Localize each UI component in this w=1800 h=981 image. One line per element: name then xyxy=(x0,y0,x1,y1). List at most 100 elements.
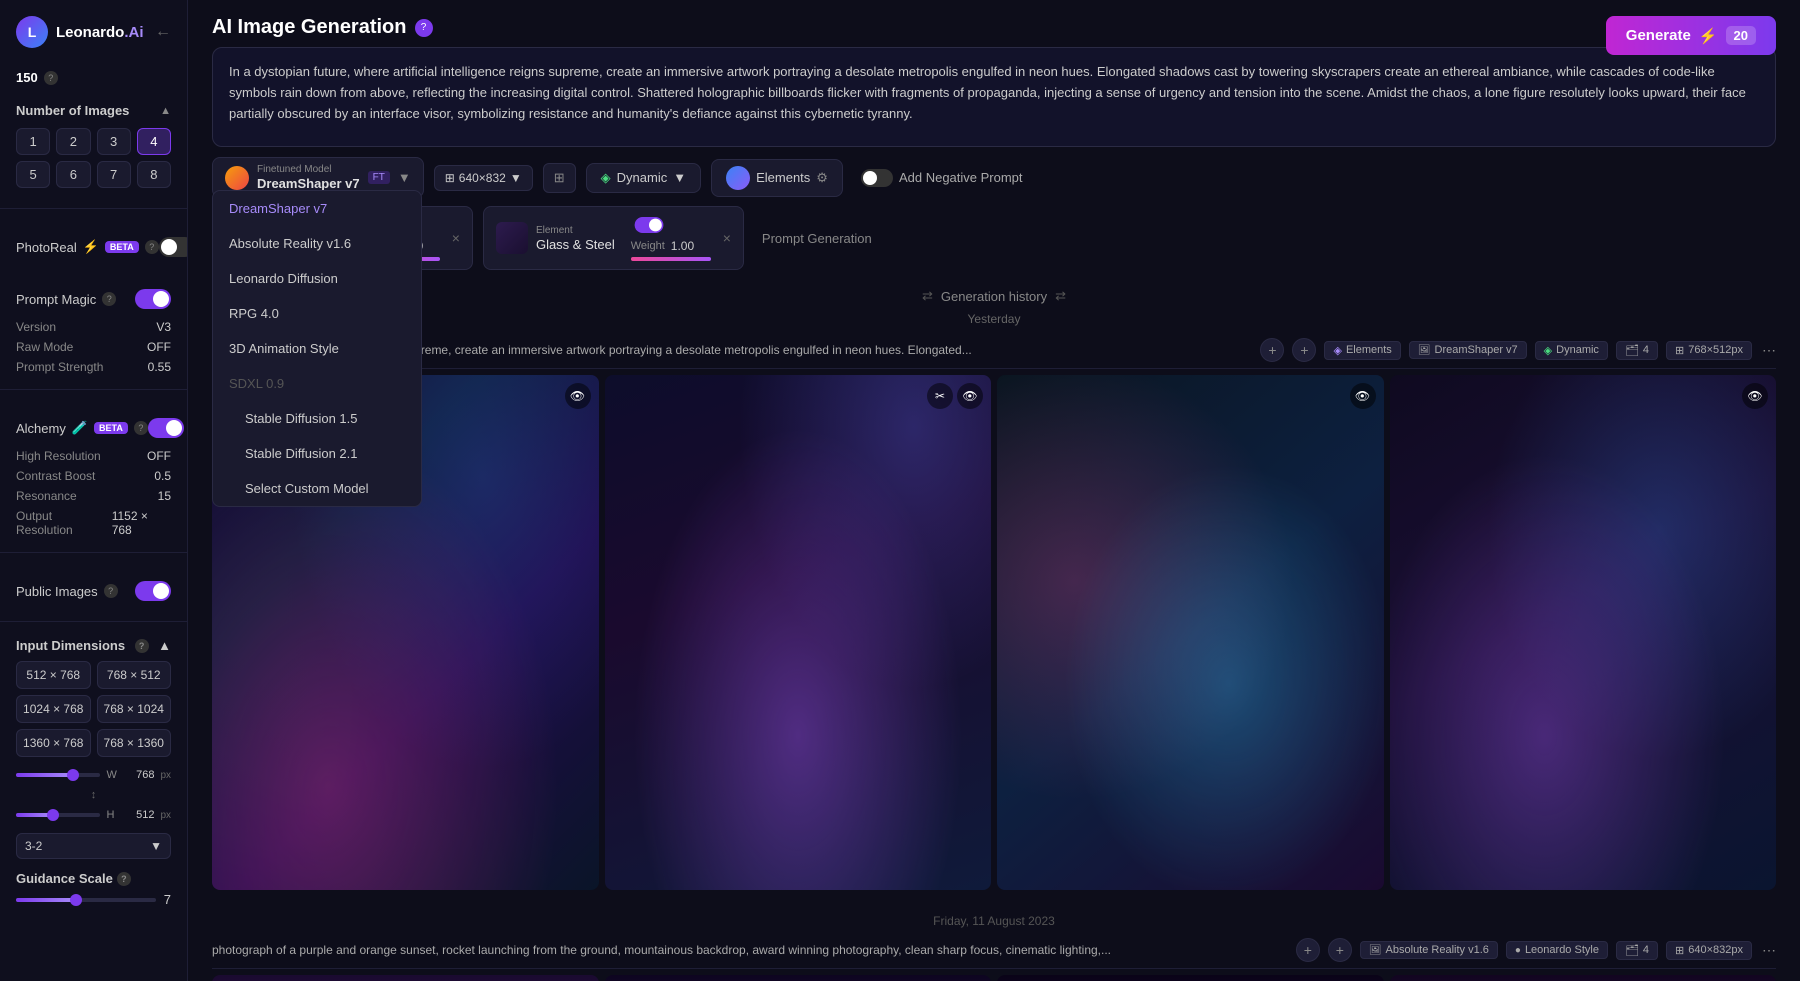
num-btn-1[interactable]: 1 xyxy=(16,128,50,155)
model-avatar xyxy=(225,166,249,190)
num-btn-5[interactable]: 5 xyxy=(16,161,50,188)
dropdown-item-leonardo-diffusion[interactable]: Leonardo Diffusion xyxy=(213,261,421,296)
alchemy-row: Alchemy 🧪 BETA ? xyxy=(16,410,171,446)
dropdown-item-dreamshaperv7[interactable]: DreamShaper v7 xyxy=(213,191,421,226)
alchemy-info-icon[interactable]: ? xyxy=(134,421,148,435)
negative-prompt-label: Add Negative Prompt xyxy=(899,170,1023,185)
gen-image-2-2[interactable]: 👁 xyxy=(605,975,992,981)
gen-image-2-1[interactable]: ✂ 👁 xyxy=(212,975,599,981)
gen-add-btn-1[interactable]: + xyxy=(1260,338,1284,362)
photoreal-badge: BETA xyxy=(105,241,139,253)
gen-meta-dynamic: ◈ Dynamic xyxy=(1535,341,1608,360)
num-btn-6[interactable]: 6 xyxy=(56,161,90,188)
gen-image-2-4[interactable]: 👁 xyxy=(1390,975,1777,981)
generate-button[interactable]: Generate ⚡ 20 xyxy=(1606,16,1776,55)
size-icon: ⊞ xyxy=(445,171,455,185)
gen-image-1-2-scissors[interactable]: ✂ xyxy=(927,383,953,409)
dynamic-icon: ◈ xyxy=(601,170,611,186)
public-images-info-icon[interactable]: ? xyxy=(104,584,118,598)
logo-text: Leonardo.Ai xyxy=(56,24,144,41)
sliders-area: W 768 px ↕ H 512 px xyxy=(0,761,187,829)
public-images-toggle[interactable] xyxy=(135,581,171,601)
gen-image-1-4-eye[interactable]: 👁 xyxy=(1742,383,1768,409)
height-slider[interactable] xyxy=(16,813,100,817)
controls-bar: Finetuned Model DreamShaper v7 FT ▼ ⊞ 64… xyxy=(188,147,1800,202)
guidance-slider[interactable] xyxy=(16,898,156,902)
element2-toggle[interactable] xyxy=(634,217,663,233)
dim-btn-768x1360[interactable]: 768 × 1360 xyxy=(97,729,172,757)
prompt-magic-toggle[interactable] xyxy=(135,289,171,309)
page-info-icon[interactable]: ? xyxy=(415,19,433,37)
logo-suffix: .Ai xyxy=(124,24,143,41)
gen-add-btn-2[interactable]: + xyxy=(1296,938,1320,962)
width-unit: px xyxy=(160,770,171,781)
gen-image-1-2-eye[interactable]: 👁 xyxy=(957,383,983,409)
gen-image-1-4[interactable]: 👁 xyxy=(1390,375,1777,890)
prompt-magic-section: Prompt Magic ? Version V3 Raw Mode OFF P… xyxy=(0,269,187,381)
dynamic-selector[interactable]: ◈ Dynamic ▼ xyxy=(586,163,701,193)
gen-image-2-3[interactable]: 👁 xyxy=(997,975,1384,981)
yesterday-date: Yesterday xyxy=(212,310,1776,332)
dim-btn-768x1024[interactable]: 768 × 1024 xyxy=(97,695,172,723)
gen-image-1-1-eye[interactable]: 👁 xyxy=(565,383,591,409)
width-slider[interactable] xyxy=(16,773,100,777)
prompt-magic-info-icon[interactable]: ? xyxy=(102,292,116,306)
gen-meta-style2: ● Leonardo Style xyxy=(1506,941,1608,959)
element2-weight-slider[interactable] xyxy=(631,257,711,261)
num-images-grid: 1 2 3 4 5 6 7 8 xyxy=(16,128,171,188)
model-chevron-icon: ▼ xyxy=(398,170,411,185)
grid-icon: ⊞ xyxy=(554,170,565,186)
high-res-row: High Resolution OFF xyxy=(16,446,171,466)
gen-add-btn-1b[interactable]: + xyxy=(1292,338,1316,362)
num-btn-2[interactable]: 2 xyxy=(56,128,90,155)
dim-btn-768x512[interactable]: 768 × 512 xyxy=(97,661,172,689)
gen-image-1-3-eye[interactable]: 👁 xyxy=(1350,383,1376,409)
dropdown-item-sd15[interactable]: Stable Diffusion 1.5 xyxy=(213,401,421,436)
element-name-2: Glass & Steel xyxy=(536,237,615,252)
dropdown-item-sd21[interactable]: Stable Diffusion 2.1 xyxy=(213,436,421,471)
photoreal-info-icon[interactable]: ? xyxy=(145,240,159,254)
gen-image-1-2[interactable]: ✂ 👁 xyxy=(605,375,992,890)
gen-entry-2-menu[interactable]: ⋯ xyxy=(1762,942,1776,959)
num-btn-3[interactable]: 3 xyxy=(97,128,131,155)
input-dim-chevron: ▲ xyxy=(158,638,171,653)
gen-history-label: Generation history xyxy=(941,289,1047,304)
grid-view-button[interactable]: ⊞ xyxy=(543,163,576,193)
elements-button[interactable]: Elements ⚙ xyxy=(711,159,843,197)
gen-meta-model2: 🖼 Absolute Reality v1.6 xyxy=(1360,941,1498,959)
alchemy-toggle[interactable] xyxy=(148,418,184,438)
prompt-textarea[interactable]: In a dystopian future, where artificial … xyxy=(212,47,1776,147)
dropdown-item-absolute-reality[interactable]: Absolute Reality v1.6 xyxy=(213,226,421,261)
gen-image-1-3[interactable]: 👁 xyxy=(997,375,1384,890)
negative-prompt-toggle[interactable] xyxy=(861,169,893,187)
num-btn-8[interactable]: 8 xyxy=(137,161,171,188)
gen-entry-1-menu[interactable]: ⋯ xyxy=(1762,342,1776,359)
dim-btn-512x768[interactable]: 512 × 768 xyxy=(16,661,91,689)
dim-btn-1360x768[interactable]: 1360 × 768 xyxy=(16,729,91,757)
model-dropdown: DreamShaper v7 Absolute Reality v1.6 Leo… xyxy=(212,190,422,507)
num-btn-7[interactable]: 7 xyxy=(97,161,131,188)
generation-area: ⇄ Generation history ⇄ Yesterday ...wher… xyxy=(188,278,1800,981)
back-button[interactable]: ← xyxy=(155,23,171,41)
dropdown-item-rpg40[interactable]: RPG 4.0 xyxy=(213,296,421,331)
page-title: AI Image Generation xyxy=(212,16,407,39)
dropdown-item-custom-model[interactable]: Select Custom Model xyxy=(213,471,421,506)
element-image-2 xyxy=(496,222,528,254)
aspect-ratio-select[interactable]: 3-2 ▼ xyxy=(16,833,171,859)
dimension-badge[interactable]: ⊞ 640×832 ▼ xyxy=(434,165,533,191)
num-btn-4[interactable]: 4 xyxy=(137,128,171,155)
element1-remove-button[interactable]: × xyxy=(452,230,460,246)
dropdown-item-3d-animation[interactable]: 3D Animation Style xyxy=(213,331,421,366)
input-dim-info-icon[interactable]: ? xyxy=(135,639,149,653)
dim-btn-1024x768[interactable]: 1024 × 768 xyxy=(16,695,91,723)
gen-add-btn-2b[interactable]: + xyxy=(1328,938,1352,962)
sidebar: L Leonardo.Ai ← 150 ? Number of Images ▲… xyxy=(0,0,188,981)
model-tag-label: Finetuned Model xyxy=(257,164,360,175)
gen-entry-1-header: ...where artificial intelligence reigns … xyxy=(212,332,1776,369)
gen-images-1: 👁 ✂ 👁 👁 👁 xyxy=(212,375,1776,890)
photoreal-toggle[interactable] xyxy=(159,237,188,257)
gen-meta-count: 🗂 4 xyxy=(1616,341,1658,360)
element2-remove-button[interactable]: × xyxy=(723,230,731,246)
guidance-info-icon[interactable]: ? xyxy=(117,872,131,886)
token-info-icon[interactable]: ? xyxy=(44,71,58,85)
